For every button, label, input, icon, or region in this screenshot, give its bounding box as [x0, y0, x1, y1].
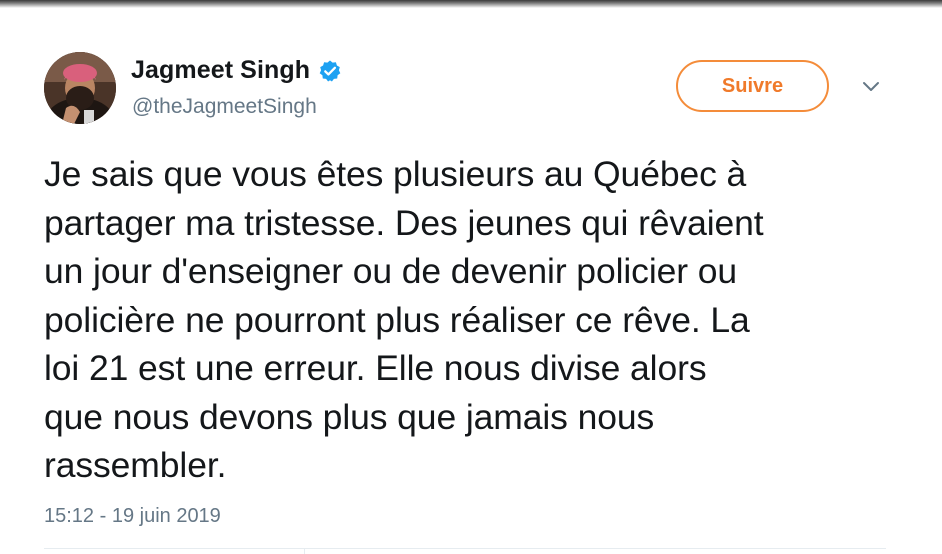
- author-display-name[interactable]: Jagmeet Singh: [131, 56, 310, 85]
- tweet-text: Je sais que vous êtes plusieurs au Québe…: [44, 154, 764, 485]
- tweet-card: Jagmeet Singh @theJagmeetSingh Suivre Je…: [0, 0, 942, 554]
- divider-tick: [304, 548, 305, 554]
- author-name-row: Jagmeet Singh: [131, 56, 342, 85]
- chevron-down-icon[interactable]: [861, 80, 881, 94]
- avatar-image: [44, 52, 116, 124]
- divider: [44, 548, 886, 549]
- verified-badge-icon: [318, 59, 342, 83]
- follow-button[interactable]: Suivre: [676, 60, 829, 112]
- tweet-timestamp[interactable]: 15:12 - 19 juin 2019: [44, 505, 221, 528]
- avatar[interactable]: [44, 52, 116, 124]
- author-handle[interactable]: @theJagmeetSingh: [132, 95, 317, 119]
